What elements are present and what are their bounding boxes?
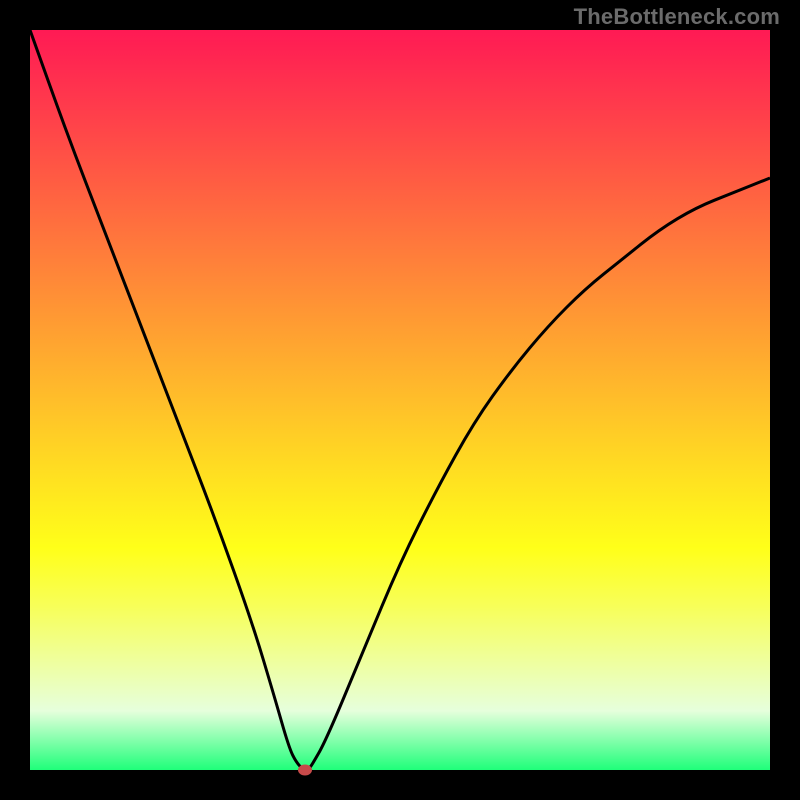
optimal-point-marker bbox=[298, 765, 312, 776]
watermark-text: TheBottleneck.com bbox=[574, 4, 780, 30]
figure-canvas: TheBottleneck.com bbox=[0, 0, 800, 800]
curve-svg bbox=[30, 30, 770, 770]
bottleneck-curve bbox=[30, 30, 770, 770]
plot-area bbox=[30, 30, 770, 770]
